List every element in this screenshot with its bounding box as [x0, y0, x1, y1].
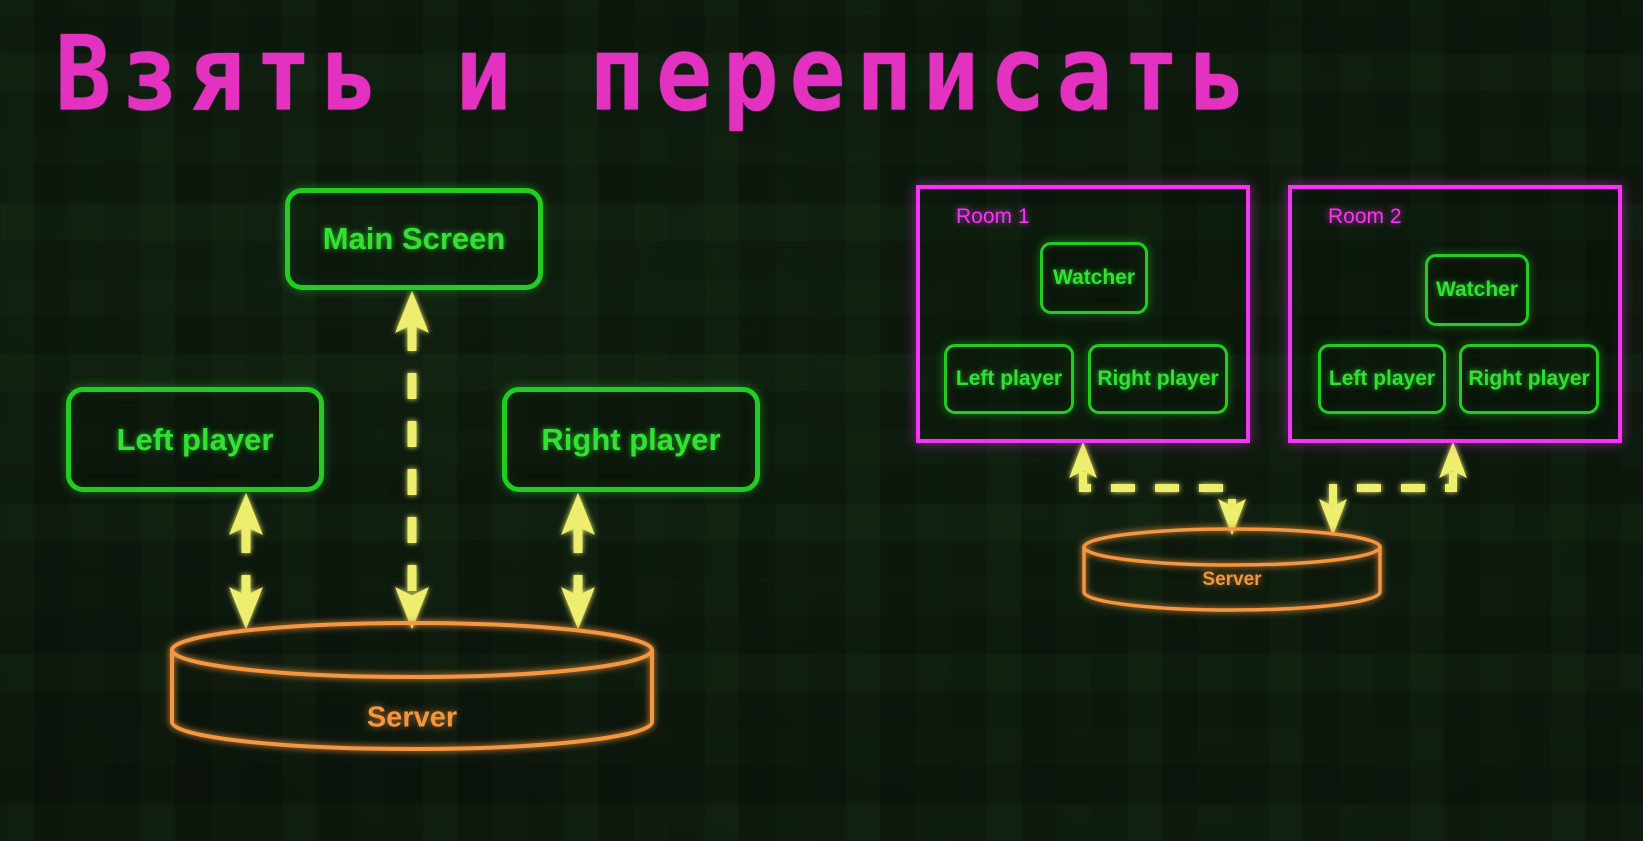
arrow-server-to-left-player [229, 492, 263, 630]
room-1-label: Room 1 [956, 205, 1030, 228]
node-room2-left-player[interactable]: Left player [1318, 344, 1446, 414]
node-label: Left player [1328, 367, 1436, 390]
node-room2-watcher[interactable]: Watcher [1425, 254, 1529, 326]
node-room1-watcher[interactable]: Watcher [1040, 242, 1148, 314]
node-main-screen[interactable]: Main Screen [285, 188, 543, 290]
node-room2-right-player[interactable]: Right player [1459, 344, 1599, 414]
arrow-server-to-room-1 [1069, 441, 1246, 536]
node-label: Watcher [1435, 278, 1519, 301]
node-label: Left player [955, 367, 1063, 390]
server-label: Server [366, 701, 458, 734]
arrow-server-to-main-screen [395, 290, 429, 630]
node-right-player[interactable]: Right player [502, 387, 760, 492]
node-label: Watcher [1052, 266, 1136, 289]
server-label-right: Server [1202, 569, 1262, 590]
node-left-player[interactable]: Left player [66, 387, 324, 492]
arrow-server-to-room-2 [1319, 441, 1467, 536]
room-1[interactable]: Room 1 Watcher Left player Right player [916, 185, 1250, 443]
node-label: Left player [116, 421, 274, 457]
node-room1-left-player[interactable]: Left player [944, 344, 1074, 414]
diagram-canvas: Взять и переписать Main Screen Left play… [0, 0, 1643, 841]
arrow-server-to-right-player [561, 492, 595, 630]
room-2-label: Room 2 [1328, 205, 1402, 228]
node-room1-right-player[interactable]: Right player [1088, 344, 1228, 414]
node-label: Main Screen [322, 221, 506, 256]
node-label: Right player [1468, 367, 1590, 390]
node-label: Right player [1097, 367, 1219, 390]
room-2[interactable]: Room 2 Watcher Left player Right player [1288, 185, 1622, 443]
node-label: Right player [541, 421, 721, 457]
